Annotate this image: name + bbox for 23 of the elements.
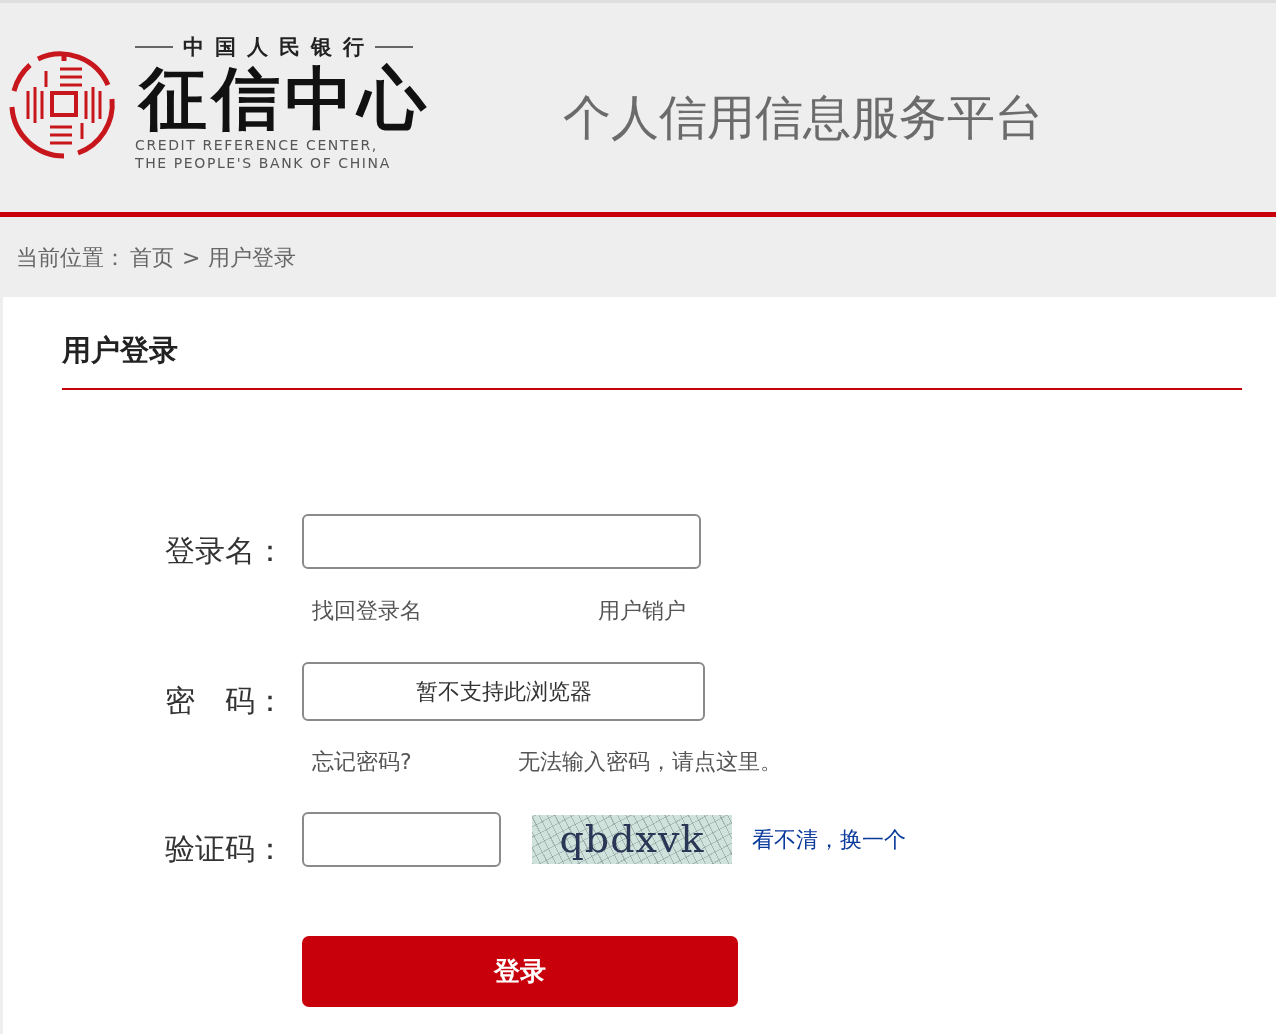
username-field[interactable] — [302, 514, 701, 569]
logo-center-name: 征信中心 — [139, 59, 431, 136]
login-button[interactable]: 登录 — [302, 936, 738, 1007]
breadcrumb-label: 当前位置： — [16, 243, 126, 272]
password-field[interactable]: 暂不支持此浏览器 — [302, 662, 705, 721]
refresh-captcha-link[interactable]: 看不清，换一个 — [752, 823, 906, 856]
help-link[interactable]: 找回登录名 — [312, 595, 422, 627]
breadcrumb-separator: > — [182, 243, 201, 272]
section-heading: 用户登录 — [62, 332, 178, 369]
breadcrumb-current: 用户登录 — [208, 243, 297, 272]
breadcrumb-link[interactable]: 首页 — [130, 240, 174, 274]
field-label: 密 码： — [164, 682, 285, 720]
help-link[interactable]: 用户销户 — [598, 595, 686, 627]
platform-title: 个人信用信息服务平台 — [563, 87, 1043, 147]
help-link[interactable]: 忘记密码? — [312, 746, 412, 778]
captcha-field[interactable] — [302, 812, 501, 867]
field-label: 验证码： — [164, 830, 285, 868]
logo-bank-name: 中国人民银行 — [182, 33, 375, 60]
help-link[interactable]: 无法输入密码，请点这里。 — [518, 746, 782, 778]
logo-english-name: CREDIT REFERENCE CENTER, — [135, 135, 379, 154]
captcha-image[interactable]: qbdxvk — [532, 815, 732, 864]
field-label: 登录名： — [164, 532, 285, 570]
logo-english-name: THE PEOPLE'S BANK OF CHINA — [135, 153, 392, 172]
